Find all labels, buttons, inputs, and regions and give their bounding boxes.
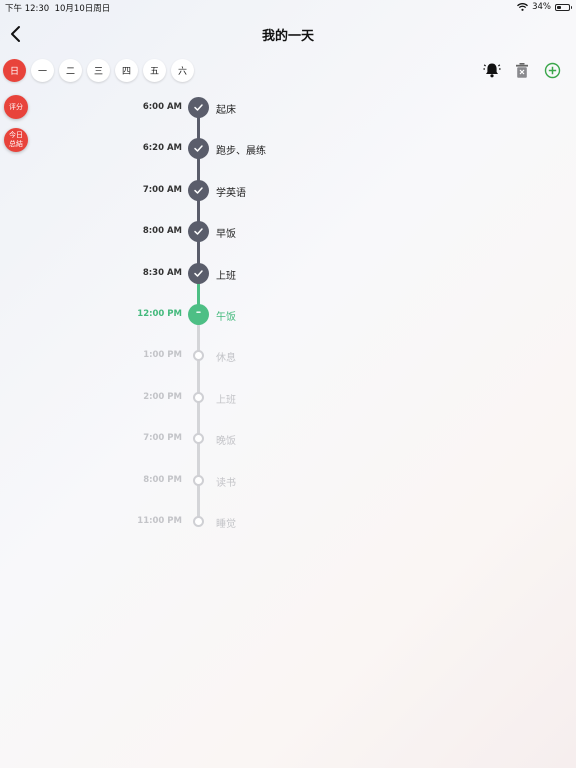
timeline-time: 8:00 AM (142, 226, 182, 237)
timeline-time: 12:00 PM (137, 309, 182, 319)
timeline-label: 学英语 (216, 187, 246, 199)
completed-check-icon (188, 138, 209, 160)
timeline-label: 上班 (216, 270, 236, 282)
timeline-label: 晚饭 (216, 436, 236, 448)
timeline-label: 午饭 (216, 312, 236, 323)
completed-check-icon (188, 179, 209, 201)
pending-circle-icon (193, 474, 204, 486)
timeline-item[interactable]: 12:00 PM 午饭 (0, 304, 576, 326)
timeline-time: 8:00 PM (143, 474, 182, 485)
timeline-label: 睡觉 (216, 519, 236, 530)
timeline-time: 6:00 AM (142, 102, 182, 112)
timeline-item[interactable]: 6:20 AM 跑步、晨练 (0, 138, 576, 160)
pending-circle-icon (193, 516, 204, 527)
pending-circle-icon (193, 350, 204, 362)
timeline-label: 早饭 (216, 229, 236, 241)
timeline-time: 8:30 AM (142, 267, 182, 278)
timeline-item[interactable]: 8:00 PM 读书 (0, 470, 576, 492)
timeline-item[interactable]: 8:30 AM 上班 (0, 262, 576, 285)
timeline-label: 休息 (216, 353, 236, 365)
timeline-label: 跑步、晨练 (216, 146, 266, 158)
timeline-item[interactable]: 6:00 AM 起床 (0, 97, 576, 119)
timeline-item[interactable]: 8:00 AM 早饭 (0, 221, 576, 243)
timeline-item[interactable]: 7:00 PM 晚饭 (0, 428, 576, 450)
timeline-label: 上班 (216, 394, 236, 406)
timeline-item[interactable]: 1:00 PM 休息 (0, 345, 576, 367)
timeline-label: 起床 (216, 105, 236, 116)
completed-check-icon (188, 221, 209, 243)
timeline-time: 1:00 PM (143, 350, 182, 361)
timeline-time: 7:00 AM (142, 184, 182, 195)
schedule-timeline: 6:00 AM 起床 6:20 AM 跑步、晨练 7:00 AM 学英语 8:00 AM 早饭… (0, 0, 576, 768)
in-progress-icon (188, 304, 209, 325)
timeline-time: 11:00 PM (137, 516, 182, 526)
timeline-time: 2:00 PM (143, 391, 182, 402)
timeline-item[interactable]: 7:00 AM 学英语 (0, 179, 576, 202)
completed-check-icon (188, 262, 209, 284)
timeline-item[interactable]: 2:00 PM 上班 (0, 387, 576, 409)
pending-circle-icon (193, 433, 204, 445)
timeline-time: 6:20 AM (142, 143, 182, 154)
pending-circle-icon (193, 391, 204, 403)
completed-check-icon (188, 97, 209, 118)
timeline-label: 读书 (216, 477, 236, 489)
timeline-time: 7:00 PM (143, 433, 182, 444)
timeline-item[interactable]: 11:00 PM 睡觉 (0, 511, 576, 533)
